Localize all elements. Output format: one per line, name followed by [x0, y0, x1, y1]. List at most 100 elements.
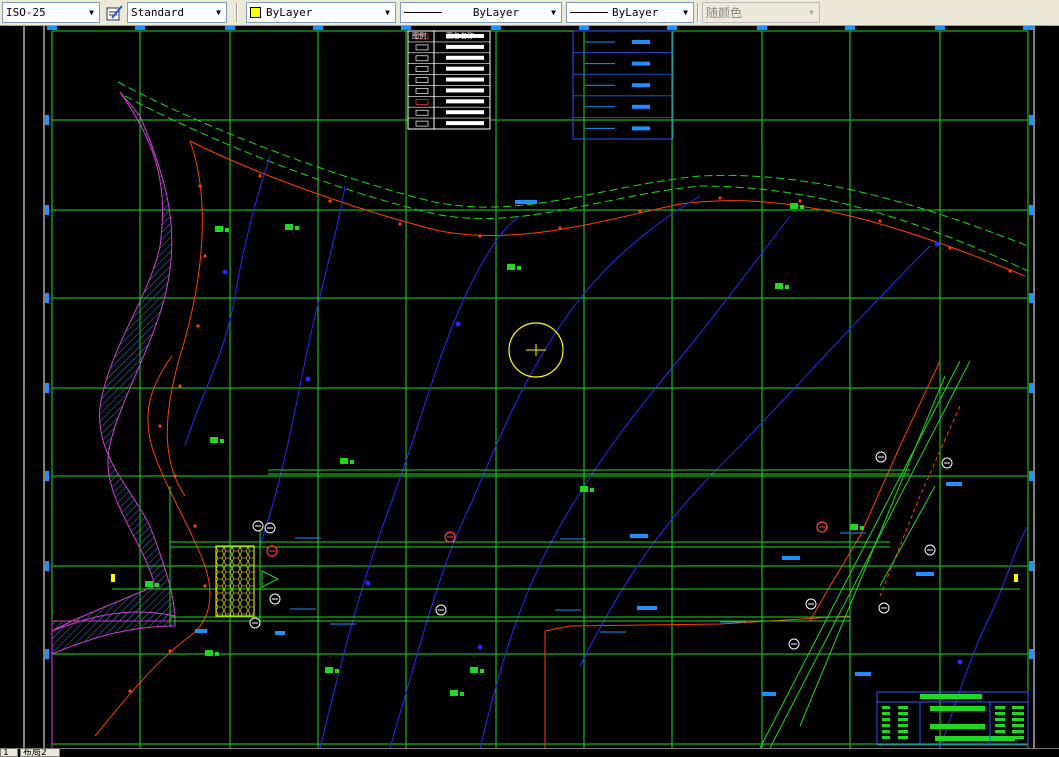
legend-label-bar [446, 55, 484, 60]
grid-tick [1029, 205, 1033, 215]
lineweight-value: ByLayer [612, 6, 659, 19]
grid-tick [579, 26, 589, 30]
grid-tick [1029, 471, 1033, 481]
grid-tick [667, 26, 677, 30]
linetype-dropdown[interactable]: ByLayer ▼ [400, 2, 562, 23]
route-node [178, 384, 182, 388]
legend-header: 图例 [412, 31, 426, 40]
linetype-value: ByLayer [472, 6, 520, 19]
grid-tick [1029, 649, 1033, 659]
title-block-cell [995, 706, 1005, 709]
route-node [328, 199, 332, 203]
legend-label-bar [446, 44, 484, 49]
building-icon [507, 264, 515, 270]
building-icon [590, 488, 594, 492]
title-block-cell [995, 712, 1005, 715]
building-icon [785, 285, 789, 289]
contour-node [934, 241, 940, 247]
dimstyle-dropdown[interactable]: ISO-25 ▼ [2, 2, 100, 23]
route-node [203, 254, 207, 258]
route-node [718, 196, 722, 200]
textstyle-dropdown[interactable]: Standard ▼ [127, 2, 227, 23]
building-icon [215, 226, 223, 232]
route-node [158, 424, 162, 428]
contour-node [305, 376, 311, 382]
label-dash [762, 692, 776, 696]
chevron-down-icon: ▼ [683, 8, 688, 17]
grid-tick [491, 26, 501, 30]
title-block-cell [1012, 718, 1024, 721]
hex-plant-area [215, 545, 255, 617]
textstyle-value: Standard [131, 6, 184, 19]
route-node [193, 524, 197, 528]
contour-node [222, 269, 228, 275]
route-node [203, 584, 207, 588]
grid-tick [45, 561, 49, 571]
properties-toolbar: ISO-25 ▼ Standard ▼ ByLayer ▼ ByLayer ▼ … [0, 0, 1059, 26]
building-icon [145, 581, 153, 587]
map-symbols [45, 26, 1033, 696]
label-dash [916, 572, 934, 576]
contour-5 [479, 215, 791, 748]
building-icon [775, 283, 783, 289]
contour-node [477, 644, 483, 650]
route-node [878, 219, 882, 223]
building-icon [335, 669, 339, 673]
grid-tick [1029, 561, 1033, 571]
cad-drawing[interactable]: 图例 图名名称 [0, 26, 1059, 748]
chevron-down-icon: ▼ [216, 8, 221, 17]
route-node [558, 226, 562, 230]
legend-blue-label [632, 40, 650, 44]
route-node [196, 324, 200, 328]
route-node [168, 649, 172, 653]
title-block-cell [1012, 730, 1024, 733]
grid-tick [935, 26, 945, 30]
grid-tick [1029, 383, 1033, 393]
title-block-cell [882, 706, 890, 709]
title-block-cell [1012, 712, 1024, 715]
title-block-cell [882, 736, 890, 739]
lineweight-dropdown[interactable]: ByLayer ▼ [566, 2, 694, 23]
contour-1 [184, 155, 271, 447]
route-node [258, 174, 262, 178]
title-block-cell [882, 712, 890, 715]
building-icon [225, 228, 229, 232]
building-icon [215, 652, 219, 656]
title-block-cell [898, 706, 908, 709]
legend-label-bar [446, 66, 484, 71]
outlet-arrow-icon [261, 570, 280, 588]
building-icon [350, 460, 354, 464]
legend-label-bar [446, 88, 484, 93]
building-icon [340, 458, 348, 464]
title-block-cell [1012, 706, 1024, 709]
color-dropdown[interactable]: ByLayer ▼ [246, 2, 396, 23]
route-node [398, 222, 402, 226]
grid-tick [401, 26, 411, 30]
title-block-cell [882, 724, 890, 727]
grid-tick [757, 26, 767, 30]
title-block-cell [995, 736, 1005, 739]
river-hatch-lower [51, 611, 176, 655]
contour-node [957, 659, 963, 665]
building-icon [220, 439, 224, 443]
label-dash [946, 482, 962, 486]
route-node [1008, 269, 1012, 273]
drawing-canvas[interactable]: 图例 图名名称 [0, 26, 1059, 748]
toolbar-separator [697, 3, 699, 22]
building-icon [210, 437, 218, 443]
title-block-cell [882, 718, 890, 721]
legend-blue-label [632, 104, 650, 109]
grid-tick [47, 26, 57, 30]
label-dash [855, 672, 871, 676]
building-icon [295, 226, 299, 230]
title-block-cell [898, 736, 908, 739]
road-lower [124, 95, 1029, 272]
route-node [638, 209, 642, 213]
grid-tick [845, 26, 855, 30]
title-block-cell [995, 724, 1005, 727]
contour-3 [319, 215, 521, 748]
label-dash [515, 200, 537, 204]
text-style-icon[interactable] [106, 4, 124, 22]
chevron-down-icon: ▼ [385, 8, 390, 17]
flag-left-icon [111, 574, 115, 582]
